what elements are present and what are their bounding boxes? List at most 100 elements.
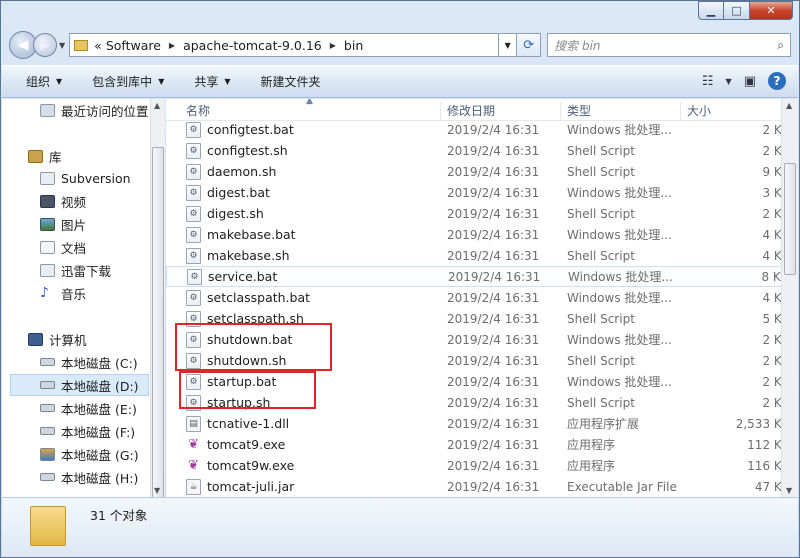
search-input[interactable]: 搜索 bin ⌕ [547,33,791,57]
refresh-button[interactable]: ⟳ [517,33,542,57]
chevron-down-icon: ▼ [56,77,63,86]
exe-file-icon: ❦ [188,458,199,473]
nav-item-videos[interactable]: 视频 [40,190,86,212]
sh-file-icon: ⚙ [186,205,201,222]
breadcrumb-tomcat[interactable]: apache-tomcat-9.0.16 [183,38,322,53]
breadcrumb-bin[interactable]: bin [344,38,363,53]
file-name-cell[interactable]: ❦ tomcat9.exe [186,437,285,453]
column-header: ▲ 名称 修改日期 类型 大小 [166,99,798,121]
nav-item-recent[interactable]: 最近访问的位置 [40,99,149,121]
file-date: 2019/2/4 16:31 [447,227,540,242]
help-icon[interactable]: ? [768,72,786,90]
view-dropdown-icon[interactable]: ▼ [726,77,732,86]
file-name-cell[interactable]: ⚙ service.bat [187,268,277,285]
column-name[interactable]: 名称 [180,102,210,120]
chevron-right-icon[interactable]: ▶ [169,41,175,50]
file-row[interactable]: ⚙ setclasspath.bat 2019/2/4 16:31 Windows 批… [166,287,798,308]
file-name-cell[interactable]: ▤ tcnative-1.dll [186,415,289,432]
nav-item-drive-h[interactable]: 本地磁盘 (H:) [40,466,138,488]
search-icon[interactable]: ⌕ [777,38,784,53]
file-name-cell[interactable]: ⚙ configtest.bat [186,121,294,138]
dll-file-icon: ▤ [186,415,201,432]
file-name-cell[interactable]: ⚙ makebase.bat [186,226,296,243]
nav-item-subversion[interactable]: Subversion [40,167,131,189]
file-row[interactable]: ▤ tcnative-1.dll 2019/2/4 16:31 应用程序扩展 2,533… [166,413,798,434]
preview-pane-icon[interactable]: ▣ [744,74,756,89]
file-type: Shell Script [567,248,635,263]
file-row[interactable]: ❦ tomcat9.exe 2019/2/4 16:31 应用程序 112 KB [166,434,798,455]
file-name-cell[interactable]: ⚙ digest.bat [186,184,270,201]
file-name: makebase.bat [207,227,296,242]
file-name-cell[interactable]: ☕ tomcat-juli.jar [186,478,294,495]
file-name-cell[interactable]: ⚙ configtest.sh [186,142,288,159]
file-name-cell[interactable]: ⚙ daemon.sh [186,163,277,180]
organize-button[interactable]: 组织 ▼ [26,73,62,90]
nav-label: 库 [49,149,62,165]
scroll-up-icon[interactable]: ▲ [786,101,792,110]
address-dropdown-icon[interactable]: ▼ [499,33,518,57]
file-name: daemon.sh [207,164,277,179]
nav-item-library[interactable]: 库 [28,145,62,167]
nav-item-thunder[interactable]: 迅雷下载 [40,259,111,281]
recent-places-icon [40,103,55,117]
file-row[interactable]: ☕ tomcat-juli.jar 2019/2/4 16:31 Executable… [166,476,798,497]
file-row[interactable]: ⚙ makebase.sh 2019/2/4 16:31 Shell Script 4 … [166,245,798,266]
maximize-button[interactable]: □ [724,1,750,20]
nav-label: 本地磁盘 (F:) [61,424,136,440]
column-date[interactable]: 修改日期 [440,102,495,120]
nav-item-drive-f[interactable]: 本地磁盘 (F:) [40,420,135,442]
nav-scroll-thumb[interactable] [152,147,164,527]
nav-item-computer[interactable]: 计算机 [28,328,87,350]
file-row[interactable]: ❦ tomcat9w.exe 2019/2/4 16:31 应用程序 116 KB [166,455,798,476]
file-row[interactable]: ⚙ makebase.bat 2019/2/4 16:31 Windows 批处理..… [166,224,798,245]
nav-item-pictures[interactable]: 图片 [40,213,86,235]
file-date: 2019/2/4 16:31 [447,290,540,305]
nav-item-documents[interactable]: 文档 [40,236,86,258]
nav-item-drive-d[interactable]: 本地磁盘 (D:) [10,374,149,396]
share-button[interactable]: 共享 ▼ [194,73,230,90]
file-date: 2019/2/4 16:31 [447,122,540,137]
column-size[interactable]: 大小 [680,102,711,120]
file-row[interactable]: ⚙ digest.bat 2019/2/4 16:31 Windows 批处理... 3… [166,182,798,203]
file-row[interactable]: ⚙ configtest.bat 2019/2/4 16:31 Windows 批处理… [166,119,798,140]
shutdown-highlight-box [175,323,332,371]
file-name-cell[interactable]: ❦ tomcat9w.exe [186,458,294,474]
file-list-scroll-thumb[interactable] [784,163,796,275]
file-name-cell[interactable]: ⚙ setclasspath.bat [186,289,310,306]
breadcrumb-overflow[interactable]: « [94,38,102,53]
close-button[interactable]: ✕ [750,1,793,20]
history-dropdown-icon[interactable]: ▼ [59,41,65,50]
nav-item-drive-e[interactable]: 本地磁盘 (E:) [40,397,137,419]
scroll-down-icon[interactable]: ▼ [786,486,792,495]
file-list-scrollbar[interactable]: ▲ ▼ [781,99,798,497]
nav-scrollbar[interactable]: ▲ ▼ [150,99,165,527]
file-date: 2019/2/4 16:31 [447,248,540,263]
breadcrumb-software[interactable]: Software [106,38,161,53]
address-bar[interactable]: « Software ▶ apache-tomcat-9.0.16 ▶ bin [69,33,500,57]
drive-icon [40,427,55,435]
view-options-icon[interactable]: ☷ [702,74,714,89]
file-name-cell[interactable]: ⚙ makebase.sh [186,247,290,264]
scroll-down-icon[interactable]: ▼ [154,486,160,495]
column-type[interactable]: 类型 [560,102,591,120]
bat-file-icon: ⚙ [186,121,201,138]
nav-item-drive-c[interactable]: 本地磁盘 (C:) [40,351,138,373]
jar-file-icon: ☕ [186,478,201,495]
file-row[interactable]: ⚙ service.bat 2019/2/4 16:31 Windows 批处理...… [166,266,798,287]
address-row: ◀ ▶ ▼ « Software ▶ apache-tomcat-9.0.16 … [9,29,791,61]
file-type: Windows 批处理... [567,186,672,200]
file-row[interactable]: ⚙ daemon.sh 2019/2/4 16:31 Shell Script 9 KB [166,161,798,182]
drive-icon [40,381,55,389]
nav-item-music[interactable]: ♪ 音乐 [40,282,86,304]
file-row[interactable]: ⚙ digest.sh 2019/2/4 16:31 Shell Script 2 KB [166,203,798,224]
forward-button[interactable]: ▶ [33,33,57,57]
file-rows: ⚙ configtest.bat 2019/2/4 16:31 Windows 批处理… [166,119,798,497]
file-row[interactable]: ⚙ configtest.sh 2019/2/4 16:31 Shell Script… [166,140,798,161]
nav-item-drive-g[interactable]: 本地磁盘 (G:) [40,443,139,465]
new-folder-button[interactable]: 新建文件夹 [261,73,321,90]
minimize-button[interactable]: ▁ [698,1,724,20]
include-library-button[interactable]: 包含到库中 ▼ [92,73,164,90]
scroll-up-icon[interactable]: ▲ [154,101,160,110]
chevron-right-icon[interactable]: ▶ [330,41,336,50]
file-name-cell[interactable]: ⚙ digest.sh [186,205,264,222]
